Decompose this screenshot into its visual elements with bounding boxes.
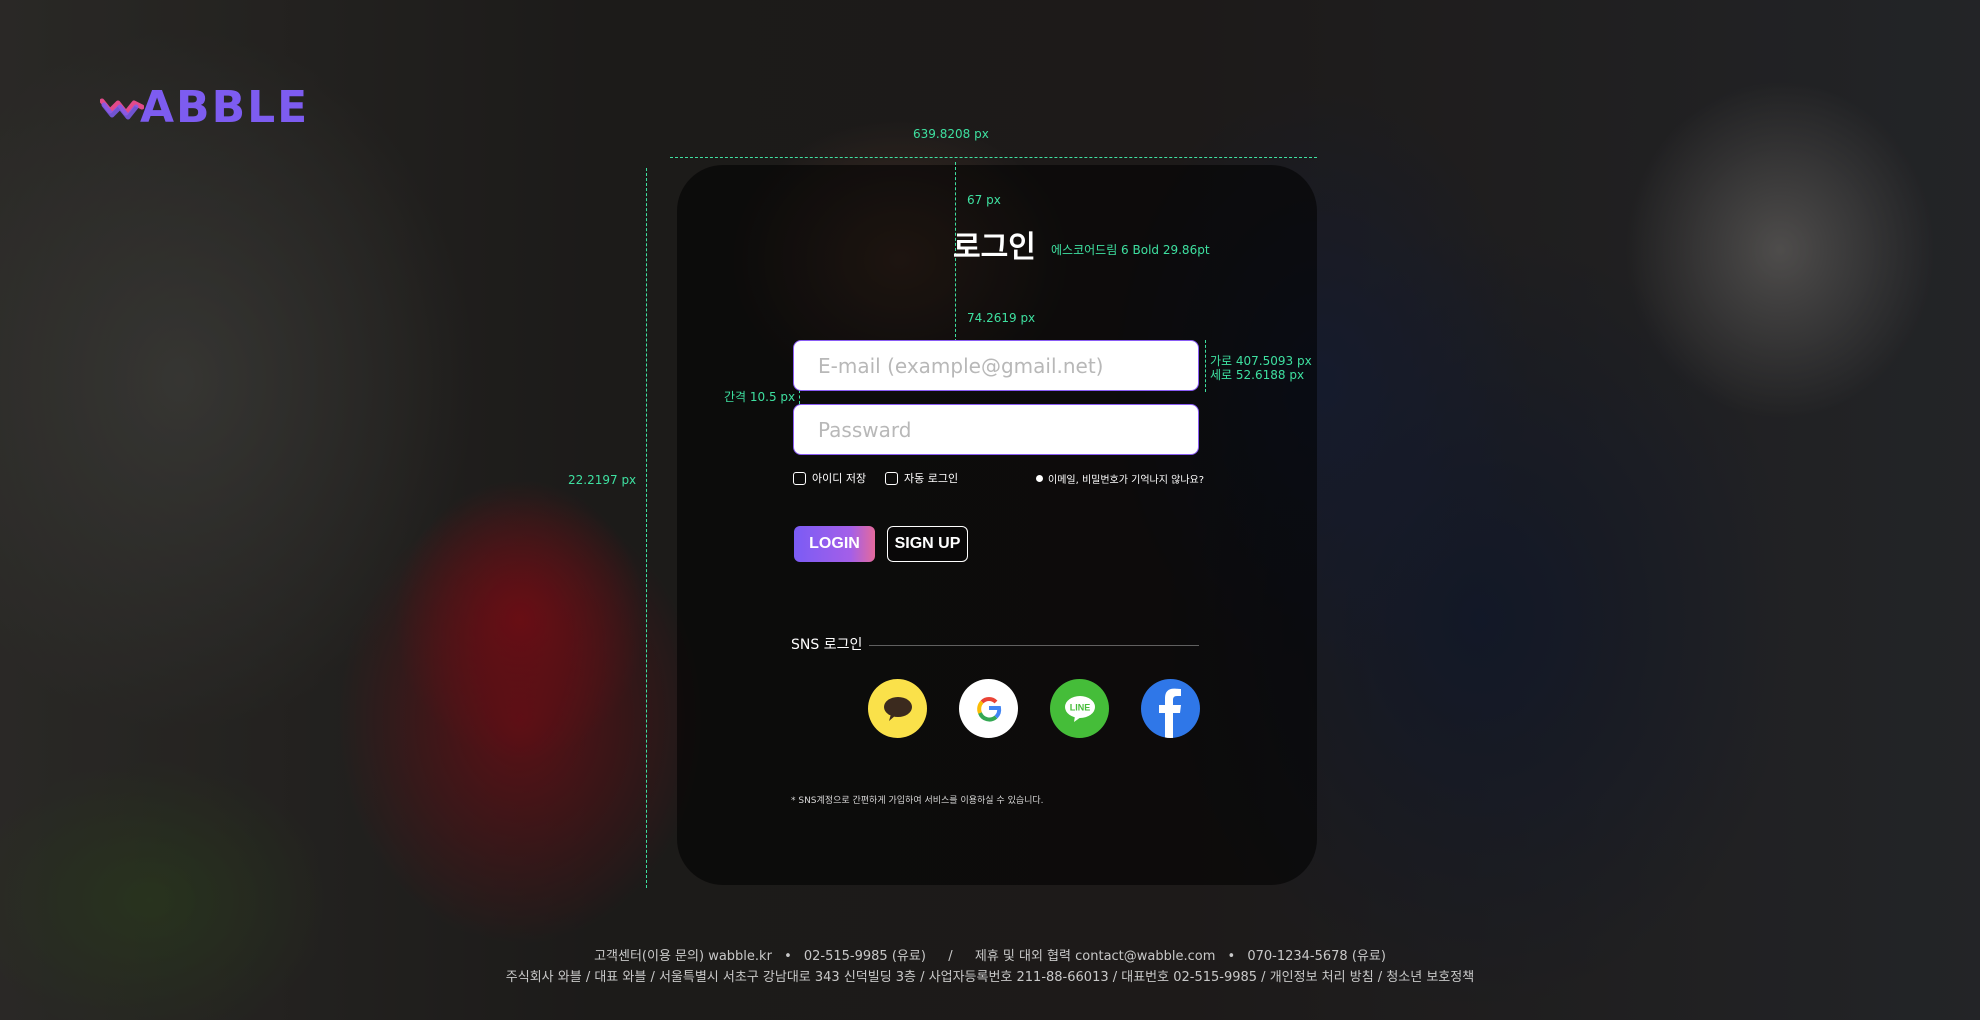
password-field[interactable]	[793, 404, 1199, 455]
google-g-icon	[976, 696, 1001, 721]
checkbox-box[interactable]	[793, 471, 806, 485]
remember-id-checkbox[interactable]: 아이디 저장	[793, 470, 866, 486]
spec-side-line	[646, 168, 647, 888]
remember-id-label: 아이디 저장	[812, 472, 867, 485]
footer-bullet: •	[1227, 949, 1236, 964]
logo-text: ABBLE	[140, 82, 310, 133]
sns-divider	[869, 645, 1199, 646]
kakao-login-button[interactable]	[868, 679, 927, 738]
bullet-icon	[1036, 475, 1043, 482]
footer-partner-phone: 070-1234-5678 (유료)	[1247, 949, 1386, 964]
spec-field-height-line	[1205, 340, 1206, 392]
youth-policy-link[interactable]: 청소년 보호정책	[1386, 970, 1474, 985]
line-login-button[interactable]: LINE	[1050, 679, 1109, 738]
login-button[interactable]: LOGIN	[794, 526, 875, 562]
spec-title-top-gap: 67 px	[967, 193, 1001, 207]
footer-partner-email[interactable]: contact@wabble.com	[1075, 949, 1215, 964]
line-icon: LINE	[1064, 695, 1095, 722]
spec-title-bottom-gap: 74.2619 px	[967, 311, 1036, 325]
spec-field-gap: 간격 10.5 px	[724, 390, 796, 404]
footer-cs-site[interactable]: wabble.kr	[708, 949, 772, 964]
forgot-credentials-label: 이메일, 비밀번호가 기억나지 않나요?	[1048, 475, 1205, 486]
footer-separator: /	[948, 949, 953, 964]
forgot-credentials-link[interactable]: 이메일, 비밀번호가 기억나지 않나요?	[1036, 471, 1204, 486]
login-card	[677, 165, 1317, 885]
privacy-policy-link[interactable]: 개인정보 처리 방침	[1270, 970, 1374, 985]
footer-cs-label: 고객센터(이용 문의)	[594, 949, 705, 964]
google-login-button[interactable]	[959, 679, 1018, 738]
footer-company-info: 주식회사 와블 / 대표 와블 / 서울특별시 서초구 강남대로 343 신덕빌…	[505, 970, 1266, 985]
spec-field-height: 세로 52.6188 px	[1210, 368, 1305, 382]
footer-partner-label: 제휴 및 대외 협력	[974, 949, 1071, 964]
speech-bubble-icon	[883, 696, 912, 721]
checkbox-box[interactable]	[885, 471, 898, 485]
footer-separator: /	[1377, 970, 1383, 985]
signup-button[interactable]: SIGN UP	[887, 526, 968, 562]
spec-width-line	[670, 157, 1317, 158]
email-field[interactable]	[793, 340, 1199, 391]
facebook-f-icon	[1159, 688, 1181, 738]
sns-note: * SNS계정으로 간편하게 가입하여 서비스를 이용하실 수 있습니다.	[791, 796, 1044, 806]
spec-title-font: 에스코어드림 6 Bold 29.86pt	[1051, 243, 1210, 257]
footer-cs-phone: 02-515-9985 (유료)	[803, 949, 926, 964]
logo-wave-icon	[100, 98, 144, 120]
auto-login-checkbox[interactable]: 자동 로그인	[885, 470, 958, 486]
spec-card-width: 639.8208 px	[913, 127, 989, 141]
spec-field-width: 가로 407.5093 px	[1210, 354, 1312, 368]
line-icon-text: LINE	[1069, 702, 1090, 712]
spec-field-gap-line	[799, 390, 800, 404]
spec-side-gap: 22.2197 px	[568, 473, 637, 487]
facebook-login-button[interactable]	[1141, 679, 1200, 738]
footer-contact: 고객센터(이용 문의) wabble.kr • 02-515-9985 (유료)…	[0, 947, 1980, 967]
page-title: 로그인	[953, 230, 1036, 265]
logo[interactable]: ABBLE	[100, 86, 309, 130]
sns-login-label: SNS 로그인	[791, 637, 863, 653]
auto-login-label: 자동 로그인	[904, 472, 959, 485]
footer-company: 주식회사 와블 / 대표 와블 / 서울특별시 서초구 강남대로 343 신덕빌…	[0, 968, 1980, 988]
footer-bullet: •	[784, 949, 792, 964]
